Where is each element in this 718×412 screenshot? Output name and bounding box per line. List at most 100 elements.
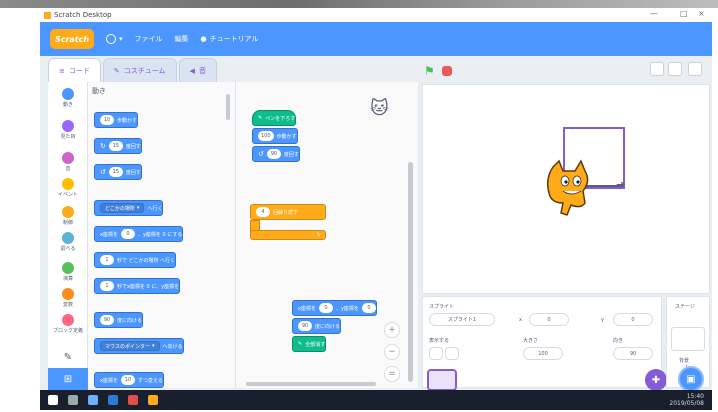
stage-canvas[interactable]: ➜	[422, 84, 710, 294]
block-input[interactable]: 10	[120, 375, 135, 385]
y-input[interactable]: 0	[613, 313, 653, 326]
block-input[interactable]: 100	[258, 131, 274, 141]
sprite-name-input[interactable]: スプライト1	[429, 313, 495, 326]
pen-extension-icon[interactable]: ✎	[48, 352, 88, 363]
start-icon[interactable]	[48, 395, 58, 405]
stage-thumbnail[interactable]	[671, 327, 705, 351]
block-input[interactable]: 10	[100, 115, 114, 125]
menu-edit[interactable]: 編集	[175, 34, 189, 44]
add-sprite-button[interactable]: ✚	[645, 369, 667, 391]
scratch-logo[interactable]: Scratch	[50, 29, 94, 49]
block-input[interactable]: 0	[120, 229, 135, 239]
system-tray-clock[interactable]: 15:40 2019/05/08	[669, 393, 704, 407]
zoom-out-button[interactable]: −	[384, 344, 400, 360]
script-workspace[interactable]: 🐱 ✎ ペンを下ろす 100 歩動かす ↺ 90 度回す 4 回繰り返す ↻ x座標を 0、…	[236, 82, 418, 388]
category-label: 動き	[62, 102, 73, 108]
block-point-direction[interactable]: 90 度に向ける	[292, 318, 342, 334]
hide-button[interactable]	[445, 347, 459, 360]
category-motion[interactable]: 動き	[48, 88, 88, 108]
menu-file[interactable]: ファイル	[135, 34, 163, 44]
green-flag-icon[interactable]: ⚑	[424, 64, 435, 78]
menu-tutorials[interactable]: ● チュートリアル	[201, 34, 259, 44]
maximize-button[interactable]: □	[680, 9, 688, 18]
block-pen-down[interactable]: ✎ ペンを下ろす	[252, 110, 297, 126]
block-point-towards[interactable]: マウスのポインター ▾ へ向ける	[94, 338, 184, 354]
block-goto-xy[interactable]: x座標を 0 、y座標を 0 にする	[94, 226, 184, 242]
workspace-hscrollbar[interactable]	[246, 382, 376, 386]
x-input[interactable]: 0	[529, 313, 569, 326]
category-operators[interactable]: 演算	[48, 262, 88, 282]
block-input[interactable]: 0	[318, 303, 333, 313]
flyout-heading: 動き	[92, 87, 106, 95]
file-explorer-icon[interactable]	[88, 395, 98, 405]
block-repeat[interactable]: 4 回繰り返す	[250, 204, 326, 220]
tab-sounds[interactable]: ◀ 音	[178, 58, 217, 82]
backdrops-label: 背景	[679, 358, 690, 364]
fullscreen-button[interactable]	[688, 62, 702, 76]
small-stage-button[interactable]	[650, 62, 664, 76]
block-input[interactable]: 15	[108, 141, 123, 151]
flyout-scrollbar[interactable]	[226, 94, 230, 120]
sprite-thumbnail[interactable]	[427, 369, 457, 391]
category-events[interactable]: イベント	[48, 178, 88, 198]
language-menu[interactable]: ▾	[106, 34, 123, 44]
store-icon[interactable]	[128, 395, 138, 405]
block-change-x[interactable]: x座標を 10 ずつ変える	[94, 372, 164, 388]
tab-code[interactable]: ≡ コード	[48, 58, 101, 82]
block-input[interactable]: 0	[361, 303, 376, 313]
scratch-cat-sprite[interactable]	[541, 159, 597, 219]
block-move-steps[interactable]: 10 歩動かす	[94, 112, 139, 128]
speaker-icon: ◀	[189, 66, 195, 75]
block-dropdown[interactable]: どこかの場所 ▾	[100, 203, 145, 213]
block-glide-to[interactable]: 1 秒で どこかの場所 へ行く	[94, 252, 177, 268]
block-input[interactable]: 4	[256, 207, 270, 217]
block-text: 、y座標を	[335, 305, 359, 312]
image-add-icon: ▣	[686, 373, 696, 385]
category-variables[interactable]: 変数	[48, 288, 88, 308]
block-glide-xy[interactable]: 1 秒でx座標を 0 に、y座標を	[94, 278, 181, 294]
zoom-in-button[interactable]: +	[384, 322, 400, 338]
category-sound[interactable]: 音	[48, 152, 88, 172]
block-goto[interactable]: どこかの場所 ▾ へ行く	[94, 200, 164, 216]
add-backdrop-button[interactable]: ▣	[678, 366, 704, 392]
large-stage-button[interactable]	[668, 62, 682, 76]
block-input[interactable]: 90	[266, 149, 281, 159]
category-dot	[62, 232, 74, 244]
block-input[interactable]: 1	[100, 281, 114, 291]
category-sensing[interactable]: 調べる	[48, 232, 88, 252]
block-input[interactable]: 15	[108, 167, 123, 177]
minimize-button[interactable]: —	[650, 9, 658, 18]
block-turn-right[interactable]: ↻ 15 度回す	[94, 138, 142, 154]
block-input[interactable]: 1	[100, 255, 114, 265]
category-my-blocks[interactable]: ブロック定義	[48, 314, 88, 334]
zoom-reset-button[interactable]: =	[384, 366, 400, 382]
dropdown-value: どこかの場所	[105, 205, 135, 212]
block-input[interactable]: 90	[298, 321, 312, 331]
block-turn-left[interactable]: ↺ 15 度回す	[94, 164, 142, 180]
block-input[interactable]: 90	[100, 315, 114, 325]
block-dropdown[interactable]: マウスのポインター ▾	[100, 341, 160, 351]
task-view-icon[interactable]	[68, 395, 78, 405]
stop-icon[interactable]	[442, 66, 452, 76]
add-extension-button[interactable]: ⊞	[48, 368, 88, 390]
category-control[interactable]: 制御	[48, 206, 88, 226]
category-looks[interactable]: 見た目	[48, 120, 88, 140]
block-point-direction[interactable]: 90 度に向ける	[94, 312, 144, 328]
sprite-thumbnail-icon: 🐱	[370, 98, 389, 119]
size-input[interactable]: 100	[523, 347, 563, 360]
category-label: 演算	[62, 276, 73, 282]
workspace-scrollbar[interactable]	[408, 162, 413, 382]
show-visible-button[interactable]	[429, 347, 443, 360]
scratch-taskbar-icon[interactable]	[148, 395, 158, 405]
sprite-info-pane: スプライト スプライト1 x 0 y 0 表示する 大きさ 100 向き 90 …	[422, 296, 667, 391]
close-button[interactable]: ×	[698, 9, 705, 18]
block-pen-clear[interactable]: ✎ 全部消す	[292, 336, 327, 352]
block-goto-xy[interactable]: x座標を 0 、y座標を 0	[292, 300, 377, 316]
block-turn-left[interactable]: ↺ 90 度回す	[252, 146, 300, 162]
direction-input[interactable]: 90	[613, 347, 653, 360]
block-text: x座標を	[100, 377, 118, 384]
block-move-steps[interactable]: 100 歩動かす	[252, 128, 298, 144]
edge-browser-icon[interactable]	[108, 395, 118, 405]
tab-costumes[interactable]: ✎ コスチューム	[102, 58, 177, 82]
tab-sounds-label: 音	[198, 66, 206, 75]
